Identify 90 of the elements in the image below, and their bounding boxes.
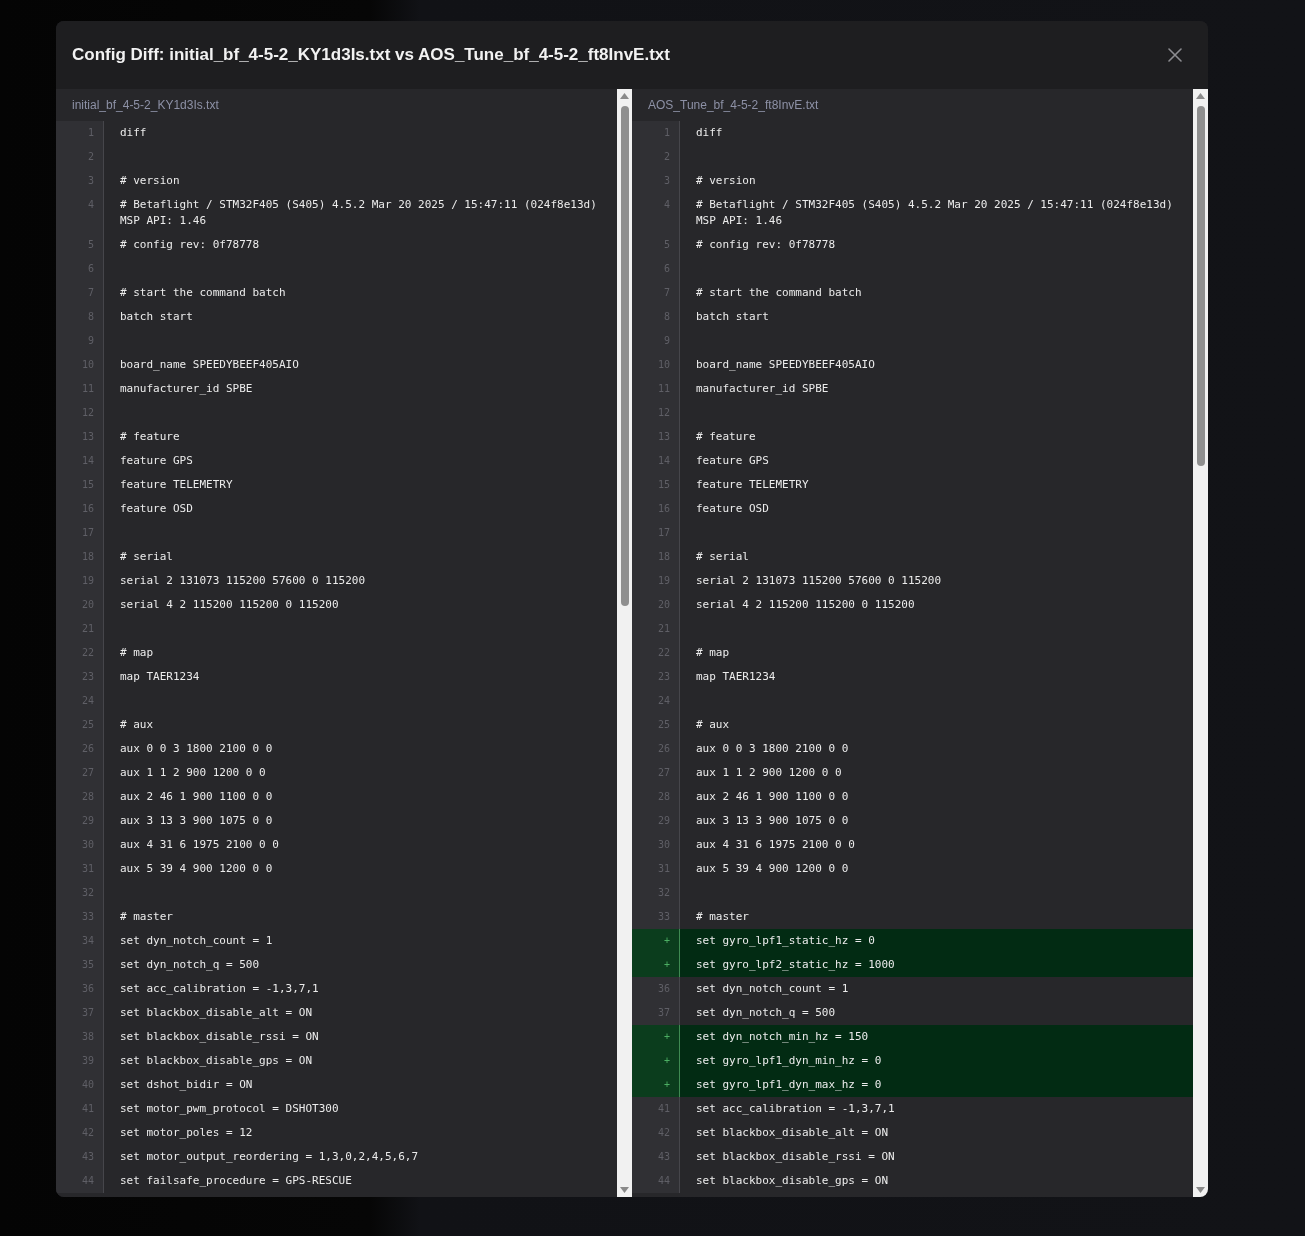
- code-line: aux 3 13 3 900 1075 0 0: [696, 814, 849, 827]
- scroll-up-arrow-icon[interactable]: [620, 93, 629, 99]
- code-line: set motor_poles = 12: [120, 1126, 253, 1139]
- code-line: diff: [696, 126, 723, 139]
- code-line: set dyn_notch_min_hz = 150: [696, 1030, 869, 1043]
- code-line: feature TELEMETRY: [696, 478, 809, 491]
- code-line: aux 4 31 6 1975 2100 0 0: [120, 838, 279, 851]
- code-line: aux 3 13 3 900 1075 0 0: [120, 814, 273, 827]
- added-marker: +: [632, 929, 680, 953]
- code-line: feature GPS: [120, 454, 193, 467]
- code-line: aux 2 46 1 900 1100 0 0: [120, 790, 273, 803]
- code-line: set gyro_lpf2_static_hz = 1000: [696, 958, 895, 971]
- file-name: AOS_Tune_bf_4-5-2_ft8InvE.txt: [648, 98, 819, 112]
- code-line: feature GPS: [696, 454, 769, 467]
- code-line: # serial: [696, 550, 749, 563]
- code-line: aux 4 31 6 1975 2100 0 0: [696, 838, 855, 851]
- code-line: # Betaflight / STM32F405 (S405) 4.5.2 Mar 20 2025 / 15:47:11 (024f8e13d) MSP API: 1.46: [696, 198, 1174, 227]
- code-line: manufacturer_id SPBE: [120, 382, 253, 395]
- code-line: # serial: [120, 550, 173, 563]
- added-marker: +: [632, 1025, 680, 1049]
- code-line: # map: [696, 646, 730, 659]
- code-line: aux 5 39 4 900 1200 0 0: [696, 862, 849, 875]
- code-line: serial 2 131073 115200 57600 0 115200: [696, 574, 942, 587]
- code-line: board_name SPEEDYBEEF405AIO: [696, 358, 875, 371]
- code-line: set blackbox_disable_rssi = ON: [120, 1030, 319, 1043]
- code-line: set blackbox_disable_rssi = ON: [696, 1150, 895, 1163]
- code-line: # config rev: 0f78778: [696, 238, 836, 251]
- added-marker: +: [632, 1049, 680, 1073]
- code-line: aux 5 39 4 900 1200 0 0: [120, 862, 273, 875]
- code-line: # master: [120, 910, 173, 923]
- code-line: # feature: [696, 430, 756, 443]
- code-line: aux 1 1 2 900 1200 0 0: [120, 766, 266, 779]
- code-line: feature OSD: [120, 502, 193, 515]
- code-line: set gyro_lpf1_static_hz = 0: [696, 934, 875, 947]
- code-line: # aux: [120, 718, 154, 731]
- code-line: # Betaflight / STM32F405 (S405) 4.5.2 Mar 20 2025 / 15:47:11 (024f8e13d) MSP API: 1.46: [120, 198, 598, 227]
- code-line: set dyn_notch_count = 1: [120, 934, 273, 947]
- code-line: # version: [696, 174, 756, 187]
- close-icon: [1168, 48, 1182, 62]
- code-line: feature OSD: [696, 502, 769, 515]
- added-marker: +: [632, 953, 680, 977]
- scrollbar-thumb[interactable]: [620, 106, 629, 606]
- code-line: set blackbox_disable_alt = ON: [120, 1006, 313, 1019]
- code-line: set acc_calibration = -1,3,7,1: [120, 982, 319, 995]
- file-name: initial_bf_4-5-2_KY1d3Is.txt: [72, 98, 219, 112]
- code-line: map TAER1234: [120, 670, 200, 683]
- code-line: set failsafe_procedure = GPS-RESCUE: [120, 1174, 352, 1187]
- scrollbar[interactable]: [1193, 89, 1208, 1197]
- code-line: batch start: [120, 310, 193, 323]
- code-line: # aux: [696, 718, 730, 731]
- code-line: set gyro_lpf1_dyn_min_hz = 0: [696, 1054, 882, 1067]
- code-line: set blackbox_disable_gps = ON: [696, 1174, 889, 1187]
- code-line: # feature: [120, 430, 180, 443]
- code-line: set dyn_notch_q = 500: [696, 1006, 836, 1019]
- code-line: set gyro_lpf1_dyn_max_hz = 0: [696, 1078, 882, 1091]
- code-line: set blackbox_disable_gps = ON: [120, 1054, 313, 1067]
- code-line: map TAER1234: [696, 670, 776, 683]
- code-line: aux 0 0 3 1800 2100 0 0: [120, 742, 273, 755]
- code-line: aux 2 46 1 900 1100 0 0: [696, 790, 849, 803]
- code-line: batch start: [696, 310, 769, 323]
- code-line: set dyn_notch_q = 500: [120, 958, 260, 971]
- code-line: set blackbox_disable_alt = ON: [696, 1126, 889, 1139]
- scrollbar-thumb[interactable]: [1196, 106, 1205, 466]
- code-line: set motor_output_reordering = 1,3,0,2,4,5,6,7: [120, 1150, 418, 1163]
- code-line: aux 0 0 3 1800 2100 0 0: [696, 742, 849, 755]
- code-line: set acc_calibration = -1,3,7,1: [696, 1102, 895, 1115]
- code-line: manufacturer_id SPBE: [696, 382, 829, 395]
- dialog-title: Config Diff: initial_bf_4-5-2_KY1d3Is.txt vs AOS_Tune_bf_4-5-2_ft8InvE.txt: [72, 45, 670, 65]
- code-line: serial 2 131073 115200 57600 0 115200: [120, 574, 366, 587]
- code-line: # start the command batch: [696, 286, 862, 299]
- scroll-down-arrow-icon[interactable]: [1196, 1187, 1205, 1193]
- code-line: serial 4 2 115200 115200 0 115200: [120, 598, 339, 611]
- code-line: # version: [120, 174, 180, 187]
- scroll-up-arrow-icon[interactable]: [1196, 93, 1205, 99]
- code-line: # map: [120, 646, 154, 659]
- code-line: set motor_pwm_protocol = DSHOT300: [120, 1102, 339, 1115]
- code-line: # master: [696, 910, 749, 923]
- close-button[interactable]: [1166, 46, 1184, 64]
- added-marker: +: [632, 1073, 680, 1097]
- code-line: # start the command batch: [120, 286, 286, 299]
- code-line: set dyn_notch_count = 1: [696, 982, 849, 995]
- code-line: diff: [120, 126, 147, 139]
- code-line: set dshot_bidir = ON: [120, 1078, 253, 1091]
- code-line: # config rev: 0f78778: [120, 238, 260, 251]
- code-line: serial 4 2 115200 115200 0 115200: [696, 598, 915, 611]
- code-line: aux 1 1 2 900 1200 0 0: [696, 766, 842, 779]
- code-line: board_name SPEEDYBEEF405AIO: [120, 358, 299, 371]
- code-line: feature TELEMETRY: [120, 478, 233, 491]
- scroll-down-arrow-icon[interactable]: [620, 1187, 629, 1193]
- scrollbar[interactable]: [617, 89, 632, 1197]
